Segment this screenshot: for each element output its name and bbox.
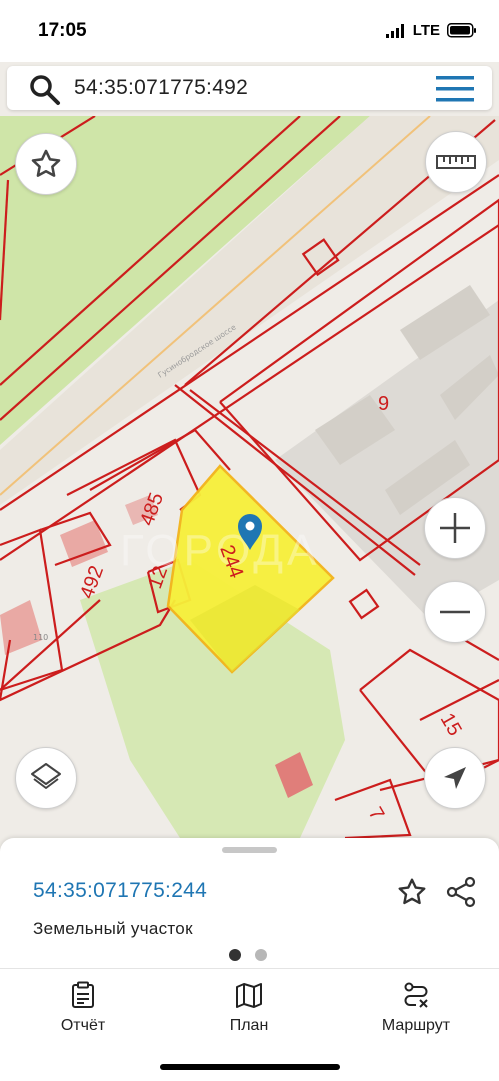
- ruler-button[interactable]: [425, 131, 487, 193]
- status-indicators: LTE: [385, 22, 477, 39]
- sheet-drag-handle[interactable]: [222, 847, 277, 853]
- plus-icon: [440, 513, 470, 543]
- signal-icon: [385, 23, 404, 38]
- battery-icon: [447, 23, 476, 38]
- ruler-icon: [436, 155, 476, 169]
- minus-icon: [440, 610, 470, 614]
- navigation-arrow-icon: [444, 767, 466, 789]
- map-plan-icon: [236, 983, 262, 1008]
- share-icon[interactable]: [445, 876, 477, 908]
- report-icon: [72, 981, 94, 1008]
- object-type: Земельный участок: [33, 919, 193, 938]
- favorite-button[interactable]: [15, 133, 77, 195]
- network-type: LTE: [412, 22, 440, 39]
- locate-button[interactable]: [424, 747, 486, 809]
- cadastral-map[interactable]: ГОРОДА Гусинобродское шоссе 244 485 492 …: [0, 116, 499, 838]
- tab-report-label: Отчёт: [60, 1017, 106, 1034]
- route-icon: [404, 982, 428, 1008]
- page-indicator: [229, 949, 267, 961]
- layers-icon: [31, 763, 61, 789]
- page-dot-active[interactable]: [229, 949, 241, 961]
- tab-route-label: Маршрут: [381, 1017, 451, 1034]
- object-info-sheet[interactable]: 54:35:071775:244 Земельный участок: [0, 838, 499, 968]
- tab-plan[interactable]: План: [189, 981, 309, 1035]
- star-icon: [31, 149, 61, 177]
- search-bar[interactable]: 54:35:071775:492: [7, 66, 492, 110]
- tab-route[interactable]: Маршрут: [356, 981, 476, 1035]
- layers-button[interactable]: [15, 747, 77, 809]
- search-icon[interactable]: [29, 74, 61, 106]
- cadastral-number[interactable]: 54:35:071775:244: [33, 879, 207, 903]
- tab-report[interactable]: Отчёт: [23, 981, 143, 1035]
- zoom-in-button[interactable]: [424, 497, 486, 559]
- status-time: 17:05: [38, 20, 87, 41]
- map-view[interactable]: ГОРОДА Гусинобродское шоссе 244 485 492 …: [0, 116, 499, 838]
- tab-plan-label: План: [229, 1017, 269, 1034]
- zoom-out-button[interactable]: [424, 581, 486, 643]
- parcel-label-9: 9: [378, 393, 389, 415]
- favorite-star-icon[interactable]: [396, 876, 428, 908]
- hamburger-menu-icon[interactable]: [436, 75, 474, 103]
- search-input[interactable]: 54:35:071775:492: [74, 76, 248, 100]
- parcel-label-110: 110: [33, 633, 48, 642]
- status-bar: 17:05 LTE: [0, 0, 499, 62]
- home-indicator: [160, 1064, 340, 1070]
- page-dot[interactable]: [255, 949, 267, 961]
